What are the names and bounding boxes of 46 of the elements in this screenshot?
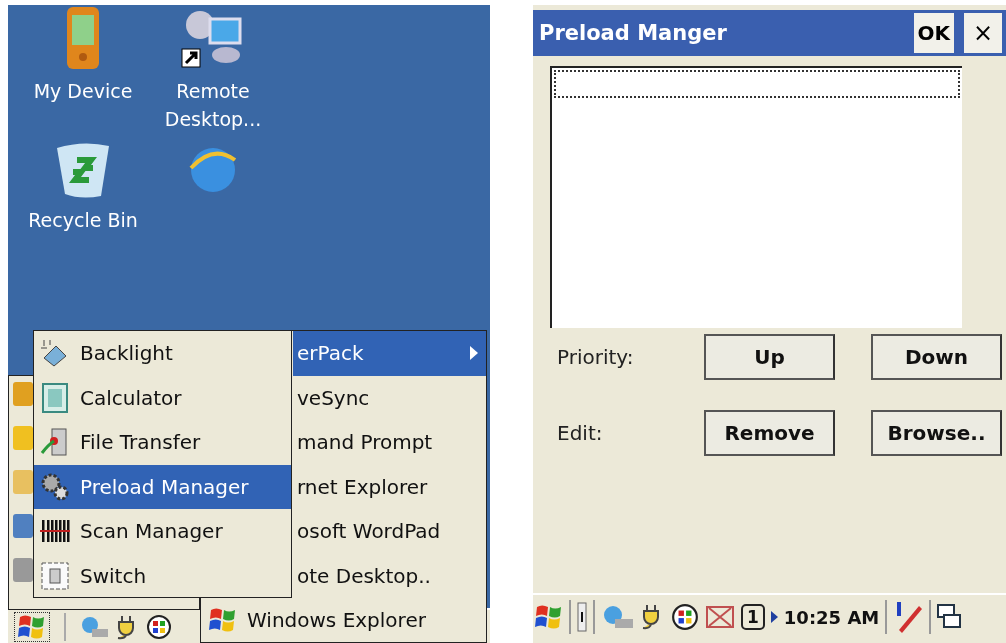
program-icon: [11, 556, 35, 584]
play-arrow-icon: [770, 611, 778, 623]
push-button[interactable]: Up: [704, 334, 835, 380]
keyboard-layout-indicator[interactable]: 1: [741, 604, 765, 630]
windows-stack-icon[interactable]: [937, 603, 962, 631]
documents-icon: [40, 427, 70, 458]
windows-flag-icon: [535, 603, 563, 631]
push-button[interactable]: Browse..: [871, 410, 1002, 456]
menu-item[interactable]: rnet Explorer: [293, 464, 486, 509]
menu-item[interactable]: ote Desktop..: [293, 553, 486, 598]
program-icon: [11, 512, 35, 540]
row-label: Priority:: [557, 345, 635, 369]
desktop-icon-label[interactable]: Remote Desktop...: [153, 77, 273, 133]
program-icon: [11, 468, 35, 496]
barcode-icon: [40, 518, 70, 545]
start-button[interactable]: [14, 611, 50, 642]
menu-item[interactable]: mand Prompt: [293, 420, 486, 465]
menu-item[interactable]: Scan Manager: [34, 509, 291, 554]
clock-time: 10:25 AM: [783, 606, 880, 628]
menu-item[interactable]: Backlight: [34, 331, 291, 376]
color-wheel-icon[interactable]: [671, 603, 699, 631]
input-indicator-icon[interactable]: [577, 602, 587, 632]
gears-icon: [40, 471, 70, 502]
menu-item[interactable]: Windows Explorer: [201, 598, 486, 643]
menu-item[interactable]: osoft WordPad: [293, 509, 486, 554]
menu-item[interactable]: Calculator: [34, 375, 291, 420]
row-label: Edit:: [557, 421, 604, 445]
switch-icon: [40, 560, 70, 591]
crossed-signal-icon[interactable]: [705, 604, 735, 630]
desktop-icon-label[interactable]: Recycle Bin: [23, 206, 143, 234]
menu-item[interactable]: veSync: [293, 375, 486, 420]
color-wheel-icon[interactable]: [146, 613, 172, 640]
calculator-icon: [40, 382, 70, 413]
close-button[interactable]: ×: [964, 13, 1002, 53]
menu-item[interactable]: File Transfer: [34, 420, 291, 465]
window-title: Preload Manger: [539, 21, 728, 45]
program-icon: [11, 424, 35, 452]
ok-button[interactable]: OK: [913, 13, 954, 53]
menu-item[interactable]: erPack: [293, 331, 486, 376]
list-box[interactable]: [550, 66, 962, 328]
menu-item[interactable]: Preload Manager: [34, 464, 291, 509]
push-button[interactable]: Down: [871, 334, 1002, 380]
desktop-icon-label[interactable]: My Device: [23, 77, 143, 105]
program-icon: [11, 380, 35, 408]
menu-item[interactable]: Switch: [34, 553, 291, 598]
push-button[interactable]: Remove: [704, 410, 835, 456]
